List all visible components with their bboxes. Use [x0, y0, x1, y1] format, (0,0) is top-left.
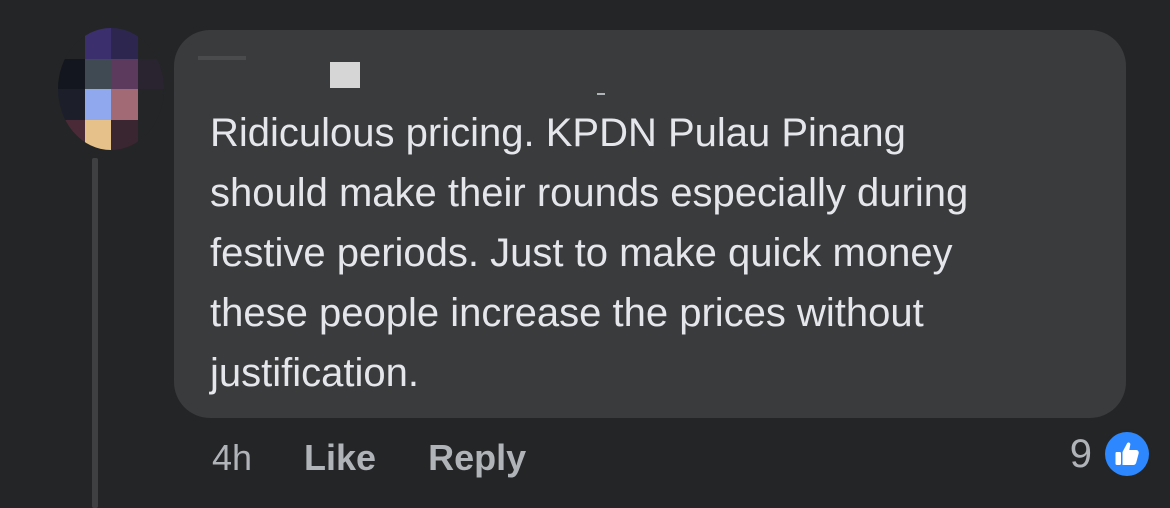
thread-connector-line — [92, 158, 98, 508]
comment-timestamp[interactable]: 4h — [212, 437, 252, 479]
reaction-summary[interactable]: 9 — [1070, 429, 1152, 479]
like-button[interactable]: Like — [304, 437, 376, 479]
comment-actions: 4h Like Reply — [212, 432, 578, 484]
reply-button[interactable]: Reply — [428, 437, 526, 479]
comment-thread: Ridiculous pricing. KPDN Pulau Pinang sh… — [0, 0, 1170, 508]
avatar[interactable] — [58, 28, 164, 150]
author-name-redacted — [198, 56, 246, 60]
author-name-redaction-block — [330, 62, 360, 88]
like-thumbs-up-icon — [1102, 429, 1152, 479]
reaction-count: 9 — [1069, 431, 1092, 476]
author-name-redaction-mark — [597, 93, 605, 95]
comment-text: Ridiculous pricing. KPDN Pulau Pinang sh… — [210, 111, 969, 395]
